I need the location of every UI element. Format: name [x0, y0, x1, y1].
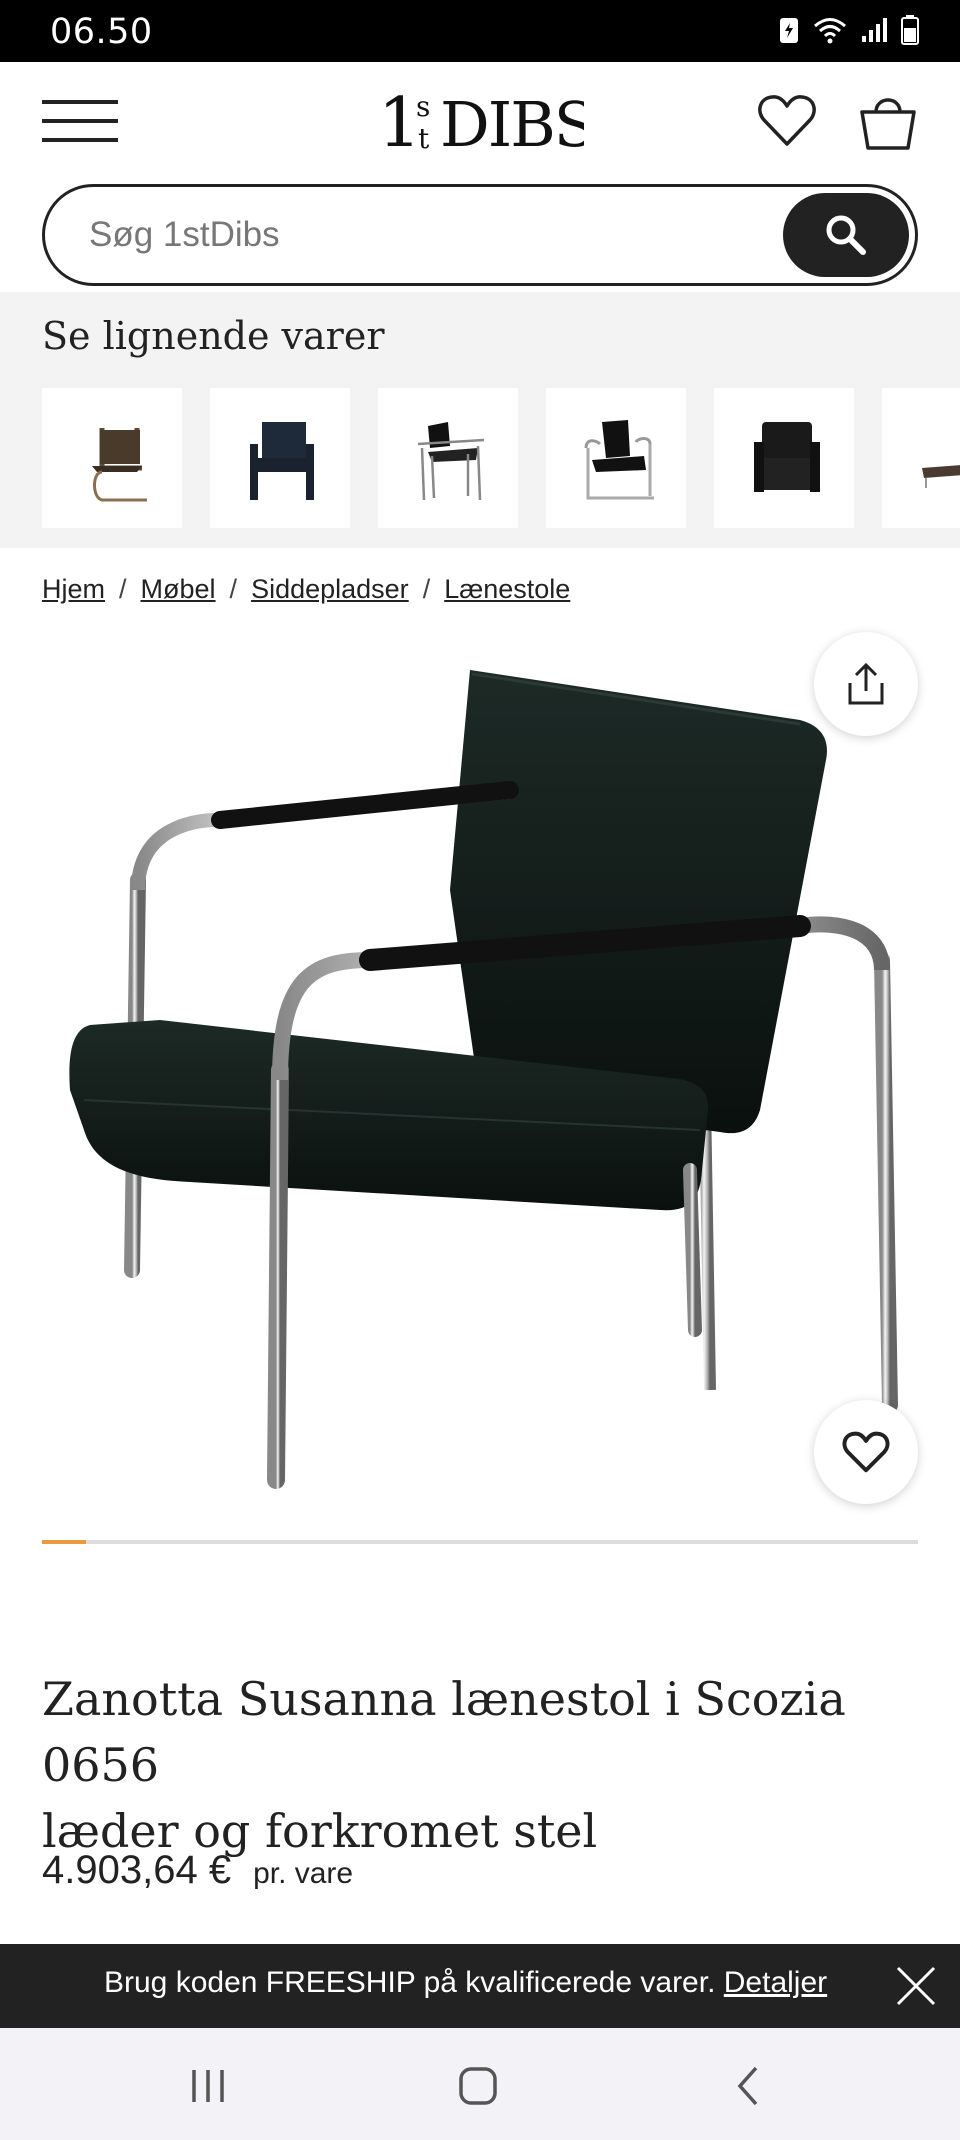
search-button[interactable]: [783, 193, 909, 277]
breadcrumb-seating[interactable]: Siddepladser: [251, 574, 409, 605]
carousel-progress-fill: [42, 1540, 86, 1544]
menu-button[interactable]: [42, 100, 118, 146]
svg-text:1: 1: [378, 86, 421, 158]
promo-details-link[interactable]: Detaljer: [724, 1966, 827, 1999]
breadcrumb-separator: /: [119, 574, 127, 604]
home-icon: [459, 2067, 497, 2105]
price-row: 4.903,64 € pr. vare: [42, 1848, 353, 1893]
svg-text:s: s: [416, 90, 430, 123]
product-image[interactable]: [40, 630, 920, 1510]
wifi-icon: [814, 18, 846, 44]
svg-text:t: t: [418, 122, 430, 155]
promo-text: Brug koden FREESHIP på kvalificerede var…: [104, 1966, 827, 2000]
similar-items-section: Se lignende varer: [0, 292, 960, 548]
back-button[interactable]: [718, 2058, 778, 2114]
breadcrumb-separator: /: [229, 574, 238, 604]
promo-message: Brug koden FREESHIP på kvalificerede var…: [104, 1966, 716, 1999]
header: 1 s t DIBS: [0, 62, 960, 182]
similar-item[interactable]: [882, 388, 960, 528]
share-button[interactable]: [814, 632, 918, 736]
back-icon: [737, 2066, 758, 2106]
similar-item[interactable]: [42, 388, 182, 528]
site-logo[interactable]: 1 s t DIBS: [378, 86, 584, 158]
signal-icon: [862, 18, 887, 42]
similar-items-title: Se lignende varer: [42, 314, 385, 358]
breadcrumb: Hjem / Møbel / Siddepladser / Lænestole: [42, 574, 570, 605]
image-carousel-progress: [42, 1540, 918, 1544]
similar-item[interactable]: [714, 388, 854, 528]
breadcrumb-separator: /: [422, 574, 431, 604]
tubular-armchair-thumbnail: [584, 420, 654, 500]
sling-chair-thumbnail: [417, 422, 485, 501]
favorites-button[interactable]: [756, 90, 818, 152]
status-time: 06.50: [50, 12, 153, 52]
status-icons: [778, 14, 920, 46]
leather-armchair-thumbnail: [250, 422, 314, 500]
search-bar: [42, 184, 918, 286]
breadcrumb-furniture[interactable]: Møbel: [141, 574, 216, 605]
favorite-item-button[interactable]: [814, 1400, 918, 1504]
product-title: Zanotta Susanna lænestol i Scozia 0656 l…: [42, 1666, 922, 1864]
recent-apps-button[interactable]: [178, 2058, 238, 2114]
price-unit: pr. vare: [253, 1857, 354, 1890]
product-title-line: Zanotta Susanna lænestol i Scozia 0656: [42, 1672, 846, 1792]
club-chair-thumbnail: [754, 422, 820, 492]
shopping-bag-icon: [860, 98, 916, 150]
menu-line: [42, 138, 118, 142]
search-icon: [826, 215, 866, 255]
close-icon[interactable]: [894, 1964, 938, 2008]
heart-icon: [758, 95, 816, 146]
heart-icon: [842, 1431, 890, 1473]
similar-item[interactable]: [546, 388, 686, 528]
menu-line: [42, 119, 118, 123]
product-price: 4.903,64 €: [42, 1848, 232, 1892]
breadcrumb-home[interactable]: Hjem: [42, 574, 105, 605]
promo-banner: Brug koden FREESHIP på kvalificerede var…: [0, 1944, 960, 2028]
search-input[interactable]: [89, 187, 789, 283]
svg-text:DIBS: DIBS: [440, 88, 584, 158]
breadcrumb-lounge-chairs[interactable]: Lænestole: [444, 574, 570, 605]
similar-item[interactable]: [210, 388, 350, 528]
similar-items-carousel[interactable]: [42, 388, 960, 528]
home-button[interactable]: [448, 2058, 508, 2114]
cart-button[interactable]: [856, 90, 920, 154]
share-icon: [848, 662, 884, 705]
battery-saver-icon: [780, 18, 798, 43]
status-bar: 06.50: [0, 0, 960, 62]
cantilever-chair-thumbnail: [92, 428, 147, 502]
recent-apps-icon: [192, 2070, 224, 2102]
menu-line: [42, 100, 118, 104]
system-nav-bar: [0, 2028, 960, 2140]
similar-item[interactable]: [378, 388, 518, 528]
battery-icon: [901, 15, 919, 45]
ottoman-thumbnail: [922, 465, 960, 488]
